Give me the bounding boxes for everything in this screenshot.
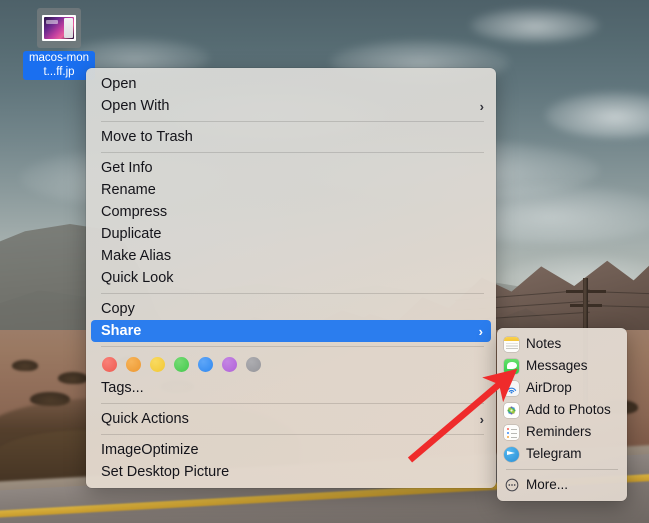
menu-separator [101,121,484,122]
menu-separator [101,293,484,294]
menu-item-set-desktop-picture[interactable]: Set Desktop Picture [86,461,496,483]
notes-app-icon [504,337,519,352]
share-item-label: Add to Photos [526,399,611,421]
share-item-telegram[interactable]: Telegram [497,443,627,465]
reminders-app-icon [504,425,519,440]
share-item-messages[interactable]: Messages [497,355,627,377]
menu-item-label: Duplicate [101,223,484,245]
menu-separator [101,403,484,404]
menu-item-quick-actions[interactable]: Quick Actions › [86,408,496,430]
scrub-bush [58,372,88,384]
menu-item-label: Quick Look [101,267,484,289]
menu-item-share[interactable]: Share › [91,320,491,342]
menu-separator [101,152,484,153]
share-item-add-to-photos[interactable]: Add to Photos [497,399,627,421]
photos-app-icon [504,403,519,418]
menu-item-rename[interactable]: Rename [86,179,496,201]
tag-color-blue[interactable] [198,357,213,372]
menu-item-label: Compress [101,201,484,223]
menu-item-label: Move to Trash [101,126,484,148]
menu-separator [101,434,484,435]
tag-color-purple[interactable] [222,357,237,372]
menu-item-label: Open [101,73,484,95]
menu-item-tags[interactable]: Tags... [86,377,496,399]
menu-item-compress[interactable]: Compress [86,201,496,223]
menu-item-quick-look[interactable]: Quick Look [86,267,496,289]
share-item-label: Telegram [526,443,582,465]
telegram-app-icon [504,447,519,462]
ellipsis-circle-icon [504,478,519,493]
desktop-file-icon[interactable]: macos-mont...ff.jp [22,8,96,80]
menu-item-label: Copy [101,298,484,320]
share-item-label: Notes [526,333,561,355]
share-item-airdrop[interactable]: AirDrop [497,377,627,399]
menu-item-open[interactable]: Open [86,73,496,95]
scrub-bush [12,360,38,371]
share-submenu[interactable]: Notes Messages AirDrop [497,328,627,501]
menu-item-label: Get Info [101,157,484,179]
thumbnail-frame [42,15,76,41]
menu-item-copy[interactable]: Copy [86,298,496,320]
menu-item-imageoptimize[interactable]: ImageOptimize [86,439,496,461]
menu-separator [101,346,484,347]
menu-item-make-alias[interactable]: Make Alias [86,245,496,267]
share-item-reminders[interactable]: Reminders [497,421,627,443]
menu-item-label: ImageOptimize [101,439,484,461]
share-item-label: More... [526,474,568,496]
chevron-right-icon: › [479,325,483,338]
menu-item-get-info[interactable]: Get Info [86,157,496,179]
chevron-right-icon: › [480,100,484,113]
menu-item-move-to-trash[interactable]: Move to Trash [86,126,496,148]
context-menu[interactable]: Open Open With › Move to Trash Get Info … [86,68,496,488]
file-name-label: macos-mont...ff.jp [23,51,95,80]
share-item-label: AirDrop [526,377,572,399]
menu-item-label: Make Alias [101,245,484,267]
cloud [470,8,600,42]
share-item-more[interactable]: More... [497,474,627,496]
tag-color-orange[interactable] [126,357,141,372]
tag-color-green[interactable] [174,357,189,372]
messages-app-icon [504,359,519,374]
tag-color-red[interactable] [102,357,117,372]
tag-color-yellow[interactable] [150,357,165,372]
menu-item-open-with[interactable]: Open With › [86,95,496,117]
tag-color-gray[interactable] [246,357,261,372]
menu-item-label: Quick Actions [101,408,468,430]
menu-item-label: Open With [101,95,468,117]
share-item-label: Reminders [526,421,591,443]
chevron-right-icon: › [480,413,484,426]
share-item-label: Messages [526,355,588,377]
menu-item-label: Set Desktop Picture [101,461,484,483]
airdrop-icon [504,381,519,396]
thumbnail-preview [44,17,74,39]
menu-item-label: Rename [101,179,484,201]
menu-item-label: Tags... [101,377,484,399]
share-item-notes[interactable]: Notes [497,333,627,355]
submenu-separator [506,469,618,470]
tag-color-swatches[interactable] [86,351,496,377]
image-file-thumbnail[interactable] [37,8,81,48]
menu-item-label: Share [101,320,467,342]
menu-item-duplicate[interactable]: Duplicate [86,223,496,245]
